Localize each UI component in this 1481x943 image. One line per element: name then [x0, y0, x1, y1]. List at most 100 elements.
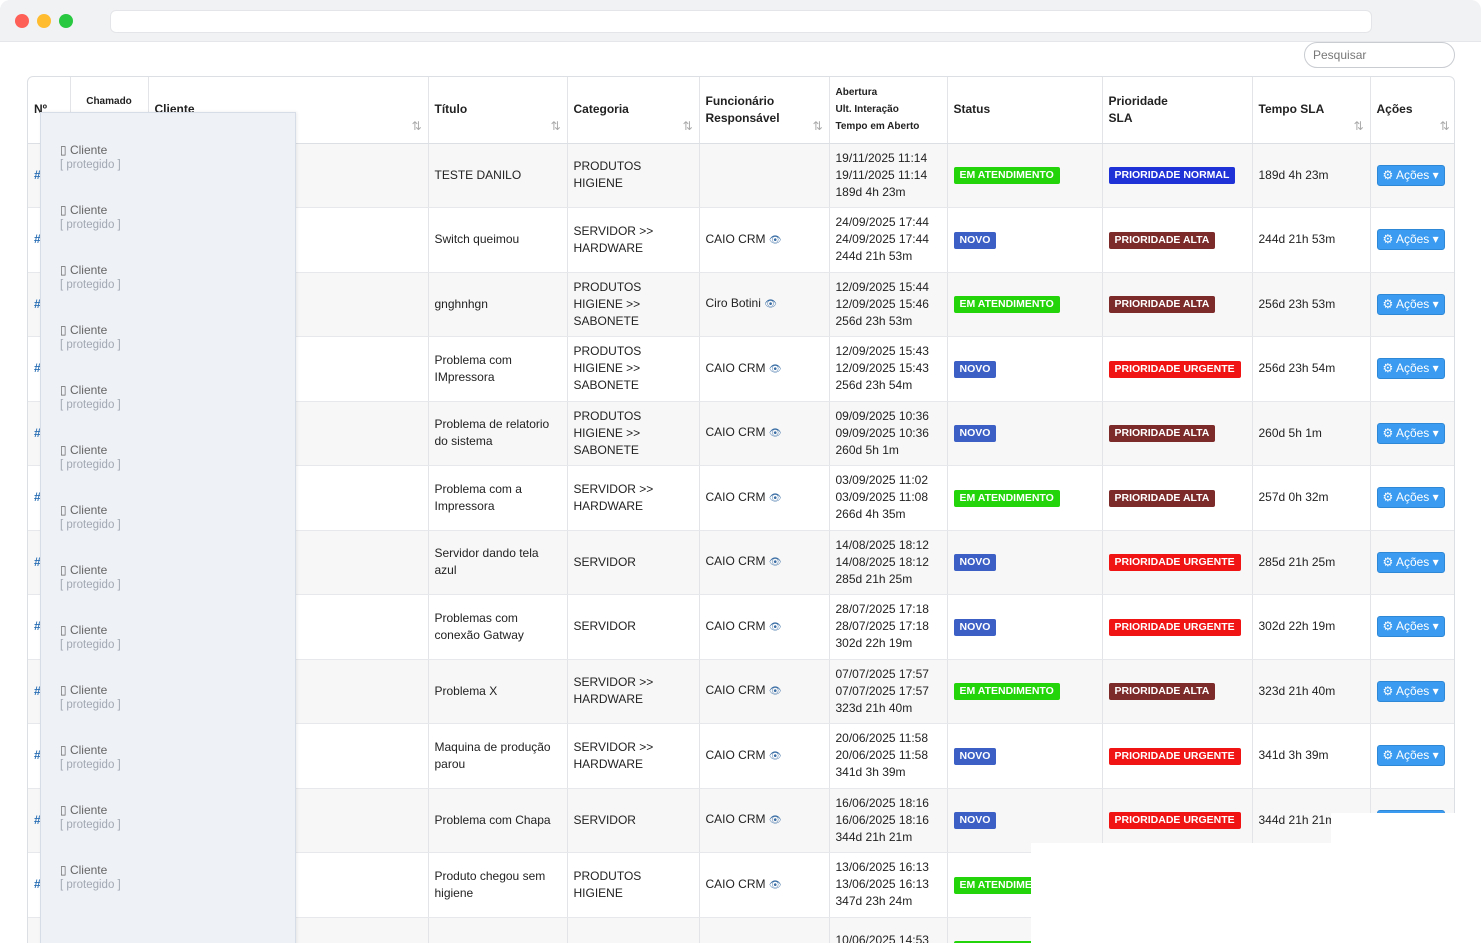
- eye-icon[interactable]: 👁: [769, 557, 782, 568]
- page-content: Nº Chamado Cliente⇅ Título⇅ Categoria⇅ F…: [0, 42, 1481, 943]
- minimize-window-icon[interactable]: [37, 14, 51, 28]
- header-acoes[interactable]: Ações ⇅: [1370, 77, 1454, 144]
- gear-icon: ⚙: [1382, 232, 1394, 247]
- acoes-cell: ⚙ Ações ▾: [1370, 336, 1454, 402]
- categoria-cell: REDE: [567, 917, 700, 943]
- acoes-button[interactable]: ⚙ Ações ▾: [1376, 551, 1445, 573]
- gear-icon: ⚙: [1382, 748, 1394, 763]
- datas-cell: 16/06/2025 18:16 16/06/2025 18:16 344d 21h…: [829, 788, 948, 853]
- sort-icon[interactable]: ⇅: [411, 118, 421, 135]
- eye-icon[interactable]: 👁: [769, 428, 782, 439]
- status-cell: NOVO: [947, 207, 1103, 273]
- overlay-cliente-item: ▯ Cliente[ protegido ]: [60, 323, 121, 351]
- status-badge: EM ATENDIMENTO: [953, 167, 1060, 185]
- datas-cell: 13/06/2025 16:13 13/06/2025 16:13 347d 23h…: [829, 852, 948, 918]
- placeholder-icon: ▯: [60, 323, 67, 337]
- sort-icon[interactable]: ⇅: [1353, 118, 1363, 135]
- eye-icon[interactable]: 👁: [769, 493, 782, 504]
- priority-badge: PRIORIDADE ALTA: [1108, 489, 1216, 507]
- priority-badge: PRIORIDADE NORMAL: [1108, 167, 1236, 185]
- funcionario-cell: CAIO CRM 👁: [699, 401, 830, 466]
- header-datas[interactable]: Abertura Ult. Interação Tempo em Aberto: [829, 77, 948, 144]
- header-status[interactable]: Status: [947, 77, 1103, 144]
- sort-icon[interactable]: ⇅: [1439, 118, 1449, 135]
- overlay-cliente-item: ▯ Cliente[ protegido ]: [60, 743, 121, 771]
- titulo-cell: TESTE DANILO: [428, 143, 568, 208]
- eye-icon[interactable]: 👁: [769, 235, 782, 246]
- header-categoria[interactable]: Categoria ⇅: [567, 77, 700, 144]
- datas-cell: 19/11/2025 11:14 19/11/2025 11:14 189d 4h …: [829, 143, 948, 208]
- caret-down-icon: ▾: [1432, 232, 1439, 247]
- maximize-window-icon[interactable]: [59, 14, 73, 28]
- funcionario-cell: [699, 917, 830, 943]
- eye-icon[interactable]: 👁: [769, 815, 782, 826]
- acoes-button[interactable]: ⚙ Ações ▾: [1376, 487, 1445, 509]
- eye-icon[interactable]: 👁: [764, 299, 777, 310]
- status-badge: EM ATENDIMENTO: [953, 489, 1060, 507]
- caret-down-icon: ▾: [1432, 296, 1439, 311]
- acoes-button[interactable]: ⚙ Ações ▾: [1376, 745, 1445, 767]
- priority-badge: PRIORIDADE URGENTE: [1108, 747, 1241, 765]
- priority-badge: PRIORIDADE URGENTE: [1108, 554, 1241, 572]
- acoes-button[interactable]: ⚙ Ações ▾: [1376, 164, 1445, 186]
- acoes-button[interactable]: ⚙ Ações ▾: [1376, 293, 1445, 315]
- acoes-cell: ⚙ Ações ▾: [1370, 401, 1454, 466]
- priority-badge: PRIORIDADE ALTA: [1108, 425, 1216, 443]
- placeholder-icon: ▯: [60, 623, 67, 637]
- cliente-overlay-panel: ▯ Cliente[ protegido ] ▯ Cliente[ protegi…: [40, 112, 296, 943]
- acoes-button[interactable]: ⚙ Ações ▾: [1376, 680, 1445, 702]
- header-funcionario[interactable]: Funcionário Responsável ⇅: [699, 77, 830, 144]
- priority-badge: PRIORIDADE URGENTE: [1108, 812, 1241, 830]
- gear-icon: ⚙: [1382, 296, 1394, 311]
- status-cell: EM ATENDIMENTO: [947, 143, 1103, 208]
- address-bar[interactable]: [110, 10, 1372, 33]
- overlay-cliente-item: ▯ Cliente[ protegido ]: [60, 503, 121, 531]
- datas-cell: 24/09/2025 17:44 24/09/2025 17:44 244d 21h…: [829, 207, 948, 273]
- overlay-cliente-item: ▯ Cliente[ protegido ]: [60, 863, 121, 891]
- eye-icon[interactable]: 👁: [769, 622, 782, 633]
- status-badge: NOVO: [953, 618, 997, 636]
- funcionario-cell: Ciro Botini 👁: [699, 272, 830, 337]
- prioridade-cell: PRIORIDADE ALTA: [1102, 465, 1253, 531]
- funcionario-cell: CAIO CRM 👁: [699, 336, 830, 402]
- acoes-button[interactable]: ⚙ Ações ▾: [1376, 422, 1445, 444]
- close-window-icon[interactable]: [15, 14, 29, 28]
- gear-icon: ⚙: [1382, 619, 1394, 634]
- acoes-button[interactable]: ⚙ Ações ▾: [1376, 358, 1445, 380]
- gear-icon: ⚙: [1382, 361, 1394, 376]
- window-titlebar: [0, 0, 1481, 42]
- placeholder-icon: ▯: [60, 743, 67, 757]
- header-titulo[interactable]: Título ⇅: [428, 77, 568, 144]
- funcionario-cell: CAIO CRM 👁: [699, 465, 830, 531]
- tempo-sla-cell: 189d 4h 23m: [1252, 143, 1371, 208]
- acoes-button[interactable]: ⚙ Ações ▾: [1376, 229, 1445, 251]
- eye-icon[interactable]: 👁: [769, 751, 782, 762]
- funcionario-cell: [699, 143, 830, 208]
- datas-cell: 10/06/2025 14:53: [829, 917, 948, 943]
- priority-badge: PRIORIDADE URGENTE: [1108, 618, 1241, 636]
- titulo-cell: Problema de relatorio do sistema: [428, 401, 568, 466]
- eye-icon[interactable]: 👁: [769, 364, 782, 375]
- funcionario-cell: CAIO CRM 👁: [699, 659, 830, 724]
- datas-cell: 03/09/2025 11:02 03/09/2025 11:08 266d 4h …: [829, 465, 948, 531]
- sort-icon[interactable]: ⇅: [682, 118, 692, 135]
- acoes-button[interactable]: ⚙ Ações ▾: [1376, 616, 1445, 638]
- caret-down-icon: ▾: [1432, 683, 1439, 698]
- datas-cell: 28/07/2025 17:18 28/07/2025 17:18 302d 22h…: [829, 594, 948, 660]
- status-badge: NOVO: [953, 231, 997, 249]
- eye-icon[interactable]: 👁: [769, 880, 782, 891]
- categoria-cell: SERVIDOR >> HARDWARE: [567, 723, 700, 789]
- sort-icon[interactable]: ⇅: [812, 118, 822, 135]
- search-input[interactable]: [1304, 42, 1455, 68]
- titulo-cell: Problemas com conexão Gatway: [428, 594, 568, 660]
- acoes-cell: ⚙ Ações ▾: [1370, 207, 1454, 273]
- caret-down-icon: ▾: [1432, 361, 1439, 376]
- gear-icon: ⚙: [1382, 167, 1394, 182]
- datas-cell: 12/09/2025 15:44 12/09/2025 15:46 256d 23h…: [829, 272, 948, 337]
- eye-icon[interactable]: 👁: [769, 686, 782, 697]
- status-cell: NOVO: [947, 594, 1103, 660]
- prioridade-cell: PRIORIDADE URGENTE: [1102, 594, 1253, 660]
- header-tempo-sla[interactable]: Tempo SLA ⇅: [1252, 77, 1371, 144]
- header-prioridade[interactable]: Prioridade SLA: [1102, 77, 1253, 144]
- sort-icon[interactable]: ⇅: [550, 118, 560, 135]
